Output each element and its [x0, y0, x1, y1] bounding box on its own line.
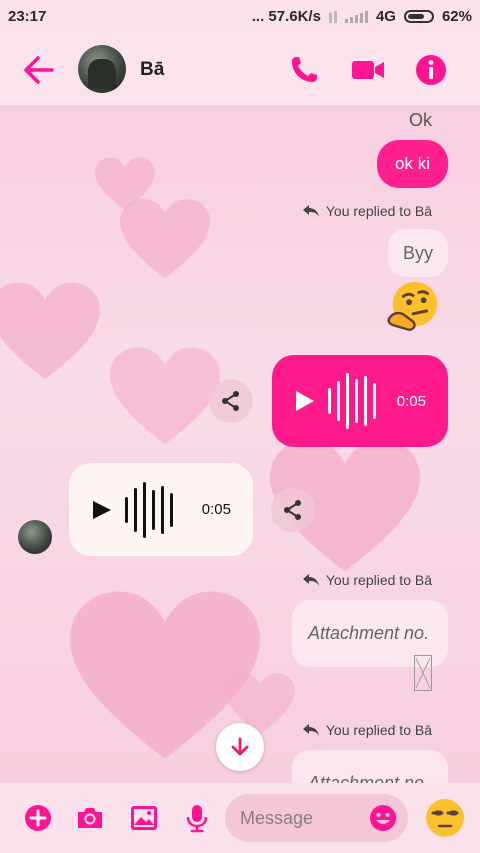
voice-duration: 0:05: [396, 392, 426, 410]
message-bubble-outgoing[interactable]: ok ki: [377, 140, 448, 188]
reply-arrow-icon: [302, 205, 319, 217]
network-type: 4G: [375, 8, 396, 25]
reply-note-text: You replied to Bā: [325, 203, 432, 219]
play-icon[interactable]: [292, 389, 316, 413]
voice-message-outgoing[interactable]: 0:05: [272, 355, 448, 447]
share-button[interactable]: [271, 488, 315, 532]
contact-avatar-small[interactable]: [18, 520, 52, 554]
message-composer: Message: [0, 783, 480, 853]
reply-note-text: You replied to Bā: [325, 722, 432, 738]
share-icon: [222, 391, 239, 411]
data-arrows-icon: [328, 10, 337, 23]
reply-indicator: You replied to Bā: [302, 572, 432, 588]
image-icon[interactable]: [129, 803, 159, 833]
unamused-face-icon[interactable]: [424, 797, 466, 839]
share-icon: [284, 500, 301, 520]
quoted-message[interactable]: Byy: [388, 229, 448, 277]
voice-duration: 0:05: [201, 501, 231, 518]
share-button[interactable]: [209, 379, 253, 423]
reply-note-text: You replied to Bā: [325, 572, 432, 588]
battery-icon: [403, 10, 434, 23]
reply-arrow-icon: [302, 574, 319, 586]
message-list[interactable]: Ok ok ki You replied to Bā Byy 0:05 0:05…: [0, 107, 480, 783]
contact-avatar[interactable]: [78, 45, 126, 93]
contact-name[interactable]: Bā: [140, 59, 164, 81]
signal-icon: [344, 10, 368, 23]
quoted-message[interactable]: Attachment no.: [292, 750, 448, 783]
status-bar: 23:17 ... 57.6K/s 4G 62%: [0, 0, 480, 34]
arrow-down-icon: [231, 737, 249, 756]
message-input[interactable]: Message: [225, 794, 408, 842]
video-camera-icon[interactable]: [350, 52, 386, 88]
camera-icon[interactable]: [75, 803, 105, 833]
broken-image-icon: [414, 655, 432, 691]
play-icon[interactable]: [89, 498, 113, 522]
battery-level: 62%: [441, 8, 472, 25]
smiley-icon[interactable]: [368, 803, 398, 833]
waveform: [125, 481, 173, 538]
waveform: [328, 373, 376, 429]
voice-message-incoming[interactable]: 0:05: [69, 463, 253, 556]
message-placeholder: Message: [240, 807, 314, 828]
quoted-text: Attachment no.: [308, 773, 430, 783]
reply-indicator: You replied to Bā: [302, 722, 432, 738]
info-icon[interactable]: [413, 52, 449, 88]
heart-decoration-icon: [120, 197, 210, 282]
quoted-text: Attachment no.: [308, 623, 430, 643]
plus-circle-icon[interactable]: [23, 803, 53, 833]
chat-header: Bā: [0, 34, 480, 107]
microphone-icon[interactable]: [182, 803, 212, 833]
thinking-face-icon: [387, 281, 438, 331]
network-speed: ... 57.6K/s: [251, 8, 321, 25]
heart-decoration-icon: [110, 347, 220, 447]
reply-indicator: You replied to Bā: [302, 203, 432, 219]
message-text: ok ki: [395, 154, 430, 173]
status-time: 23:17: [8, 8, 47, 25]
quoted-text: Byy: [403, 242, 434, 263]
scroll-to-bottom-button[interactable]: [216, 723, 264, 771]
arrow-left-icon[interactable]: [20, 54, 56, 86]
heart-decoration-icon: [0, 277, 101, 387]
message-text[interactable]: Ok: [409, 110, 432, 131]
phone-icon[interactable]: [286, 52, 322, 88]
reply-arrow-icon: [302, 724, 319, 736]
